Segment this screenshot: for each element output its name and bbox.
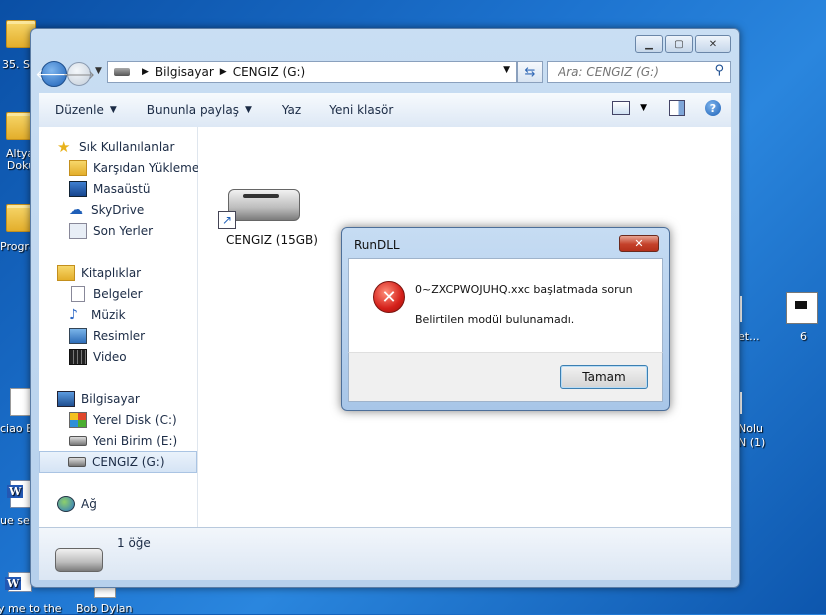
change-view-icon[interactable] — [612, 101, 631, 115]
nav-favorites[interactable]: ★ Sık Kullanılanlar — [39, 137, 215, 157]
drive-item-label[interactable]: CENGIZ (15GB) — [226, 233, 318, 247]
pictures-icon — [69, 328, 87, 344]
chevron-down-icon: ▼ — [244, 105, 252, 115]
details-pane: 1 öğe — [39, 527, 731, 580]
nav-label: Masaüstü — [93, 182, 151, 196]
dialog-footer: Tamam — [348, 352, 663, 402]
nav-computer[interactable]: Bilgisayar — [39, 389, 215, 409]
chevron-down-icon: ▼ — [109, 105, 117, 115]
desktop-icon-label: et... — [738, 330, 760, 343]
drive-icon — [69, 436, 87, 446]
nav-label: Kitaplıklar — [81, 266, 142, 280]
maximize-button[interactable]: ▢ — [665, 35, 693, 53]
preview-pane-icon[interactable] — [669, 100, 685, 116]
drive-icon — [68, 457, 86, 467]
desktop-icon-label: Nolu — [738, 422, 763, 435]
recent-places-icon — [69, 223, 87, 239]
nav-label: Bilgisayar — [81, 392, 140, 406]
desktop-icon-partial-2[interactable]: Nolu N (1) — [738, 392, 774, 449]
downloads-folder-icon — [69, 160, 87, 176]
chevron-down-icon[interactable]: ▼ — [640, 103, 647, 113]
chevron-down-icon[interactable]: ▼ — [503, 65, 510, 75]
refresh-button[interactable]: ⇆ — [517, 61, 543, 83]
desktop-icon-label: N (1) — [738, 436, 766, 449]
history-dropdown-icon[interactable]: ▼ — [95, 66, 102, 76]
organize-button[interactable]: Düzenle ▼ — [39, 103, 127, 117]
search-box[interactable]: ⚲ — [547, 61, 731, 83]
video-icon — [69, 349, 87, 365]
application-icon — [786, 292, 818, 324]
desktop-icon — [69, 181, 87, 197]
computer-icon — [57, 391, 75, 407]
caption-buttons: ▁ ▢ ✕ — [635, 35, 731, 53]
desktop-icon-label: Bob Dylan — [76, 602, 133, 615]
nav-label: Sık Kullanılanlar — [79, 140, 175, 154]
nav-label: Belgeler — [93, 287, 143, 301]
local-disk-icon — [69, 412, 87, 428]
navigation-bar: 🡐 🡒 ▼ ▶ Bilgisayar ▶ CENGIZ (G:) ▼ ⇆ ⚲ — [35, 59, 731, 87]
search-input[interactable] — [556, 64, 710, 80]
removable-drive-icon — [228, 189, 300, 221]
nav-network[interactable]: Ağ — [39, 494, 215, 514]
help-icon[interactable]: ? — [705, 100, 721, 116]
navigation-pane: ★ Sık Kullanılanlar Karşıdan Yüklemeler … — [39, 127, 215, 527]
error-icon: ✕ — [373, 281, 405, 313]
desktop-icon-label: 6 — [800, 330, 807, 343]
dialog-message: 0~ZXCPWOJUHQ.xxc başlatmada sorun — [415, 283, 633, 296]
libraries-icon — [57, 265, 75, 281]
music-icon: ♪ — [69, 307, 78, 323]
share-button[interactable]: Bunu​nla paylaş ▼ — [127, 103, 262, 117]
word-document-icon: W — [5, 572, 32, 592]
chevron-right-icon[interactable]: ▶ — [220, 67, 227, 77]
command-bar: Düzenle ▼ Bunu​nla paylaş ▼ Yaz Yeni kla… — [39, 93, 731, 128]
toolbar-right: ▼ ? — [612, 100, 721, 116]
drive-shortcut-item[interactable]: ↗ — [218, 183, 302, 229]
nav-label: Yeni Birim (E:) — [93, 434, 178, 448]
breadcrumb-computer[interactable]: Bilgisayar — [155, 65, 214, 79]
nav-label: Karşıdan Yüklemeler — [93, 161, 215, 175]
dialog-body: ✕ 0~ZXCPWOJUHQ.xxc başlatmada sorun Beli… — [348, 258, 663, 354]
organize-label: Düzenle — [55, 103, 104, 117]
nav-cengiz[interactable]: CENGIZ (G:) — [39, 451, 197, 473]
shortcut-arrow-icon: ↗ — [218, 211, 236, 229]
nav-label: Resimler — [93, 329, 146, 343]
ok-button[interactable]: Tamam — [560, 365, 648, 389]
desktop-icon-app-6[interactable]: 6 — [786, 292, 818, 343]
desktop-icon-word-2[interactable]: W y me to the — [0, 572, 62, 615]
desktop-icon-label: y me to the — [0, 602, 62, 615]
share-label: Bunu​nla paylaş — [146, 103, 239, 117]
dialog-title: RunDLL — [354, 238, 400, 252]
desktop-icon-label: ciao B — [0, 422, 34, 435]
nav-label: Müzik — [91, 308, 126, 322]
nav-label: Son Yerler — [93, 224, 154, 238]
nav-label: Video — [93, 350, 127, 364]
minimize-button[interactable]: ▁ — [635, 35, 663, 53]
documents-icon — [71, 286, 85, 302]
dialog-detail: Belirtilen modül bulunamadı. — [415, 313, 575, 326]
drive-icon — [114, 68, 130, 76]
address-bar[interactable]: ▶ Bilgisayar ▶ CENGIZ (G:) ▼ — [107, 61, 517, 83]
cloud-icon: ☁ — [69, 202, 83, 218]
forward-button[interactable]: 🡒 — [63, 62, 95, 86]
nav-libraries[interactable]: Kitaplıklar — [39, 263, 215, 283]
item-count: 1 öğe — [117, 536, 151, 550]
network-icon — [57, 496, 75, 512]
search-icon[interactable]: ⚲ — [714, 63, 724, 78]
removable-drive-icon — [55, 548, 103, 572]
nav-label: CENGIZ (G:) — [92, 455, 165, 469]
nav-label: Yerel Disk (C:) — [93, 413, 177, 427]
breadcrumb-cengiz[interactable]: CENGIZ (G:) — [233, 65, 306, 79]
desktop-icon-partial-1[interactable]: et... — [738, 296, 764, 343]
burn-button[interactable]: Yaz — [262, 103, 311, 117]
chevron-right-icon[interactable]: ▶ — [142, 67, 149, 77]
dialog-close-button[interactable]: ✕ — [619, 235, 659, 252]
star-icon: ★ — [57, 138, 71, 156]
rundll-dialog: RunDLL ✕ ✕ 0~ZXCPWOJUHQ.xxc başlatmada s… — [341, 227, 670, 411]
close-button[interactable]: ✕ — [695, 35, 731, 53]
nav-label: Ağ — [81, 497, 97, 511]
nav-label: SkyDrive — [91, 203, 145, 217]
document-icon — [10, 388, 32, 416]
new-folder-button[interactable]: Yeni klasör — [311, 103, 403, 117]
